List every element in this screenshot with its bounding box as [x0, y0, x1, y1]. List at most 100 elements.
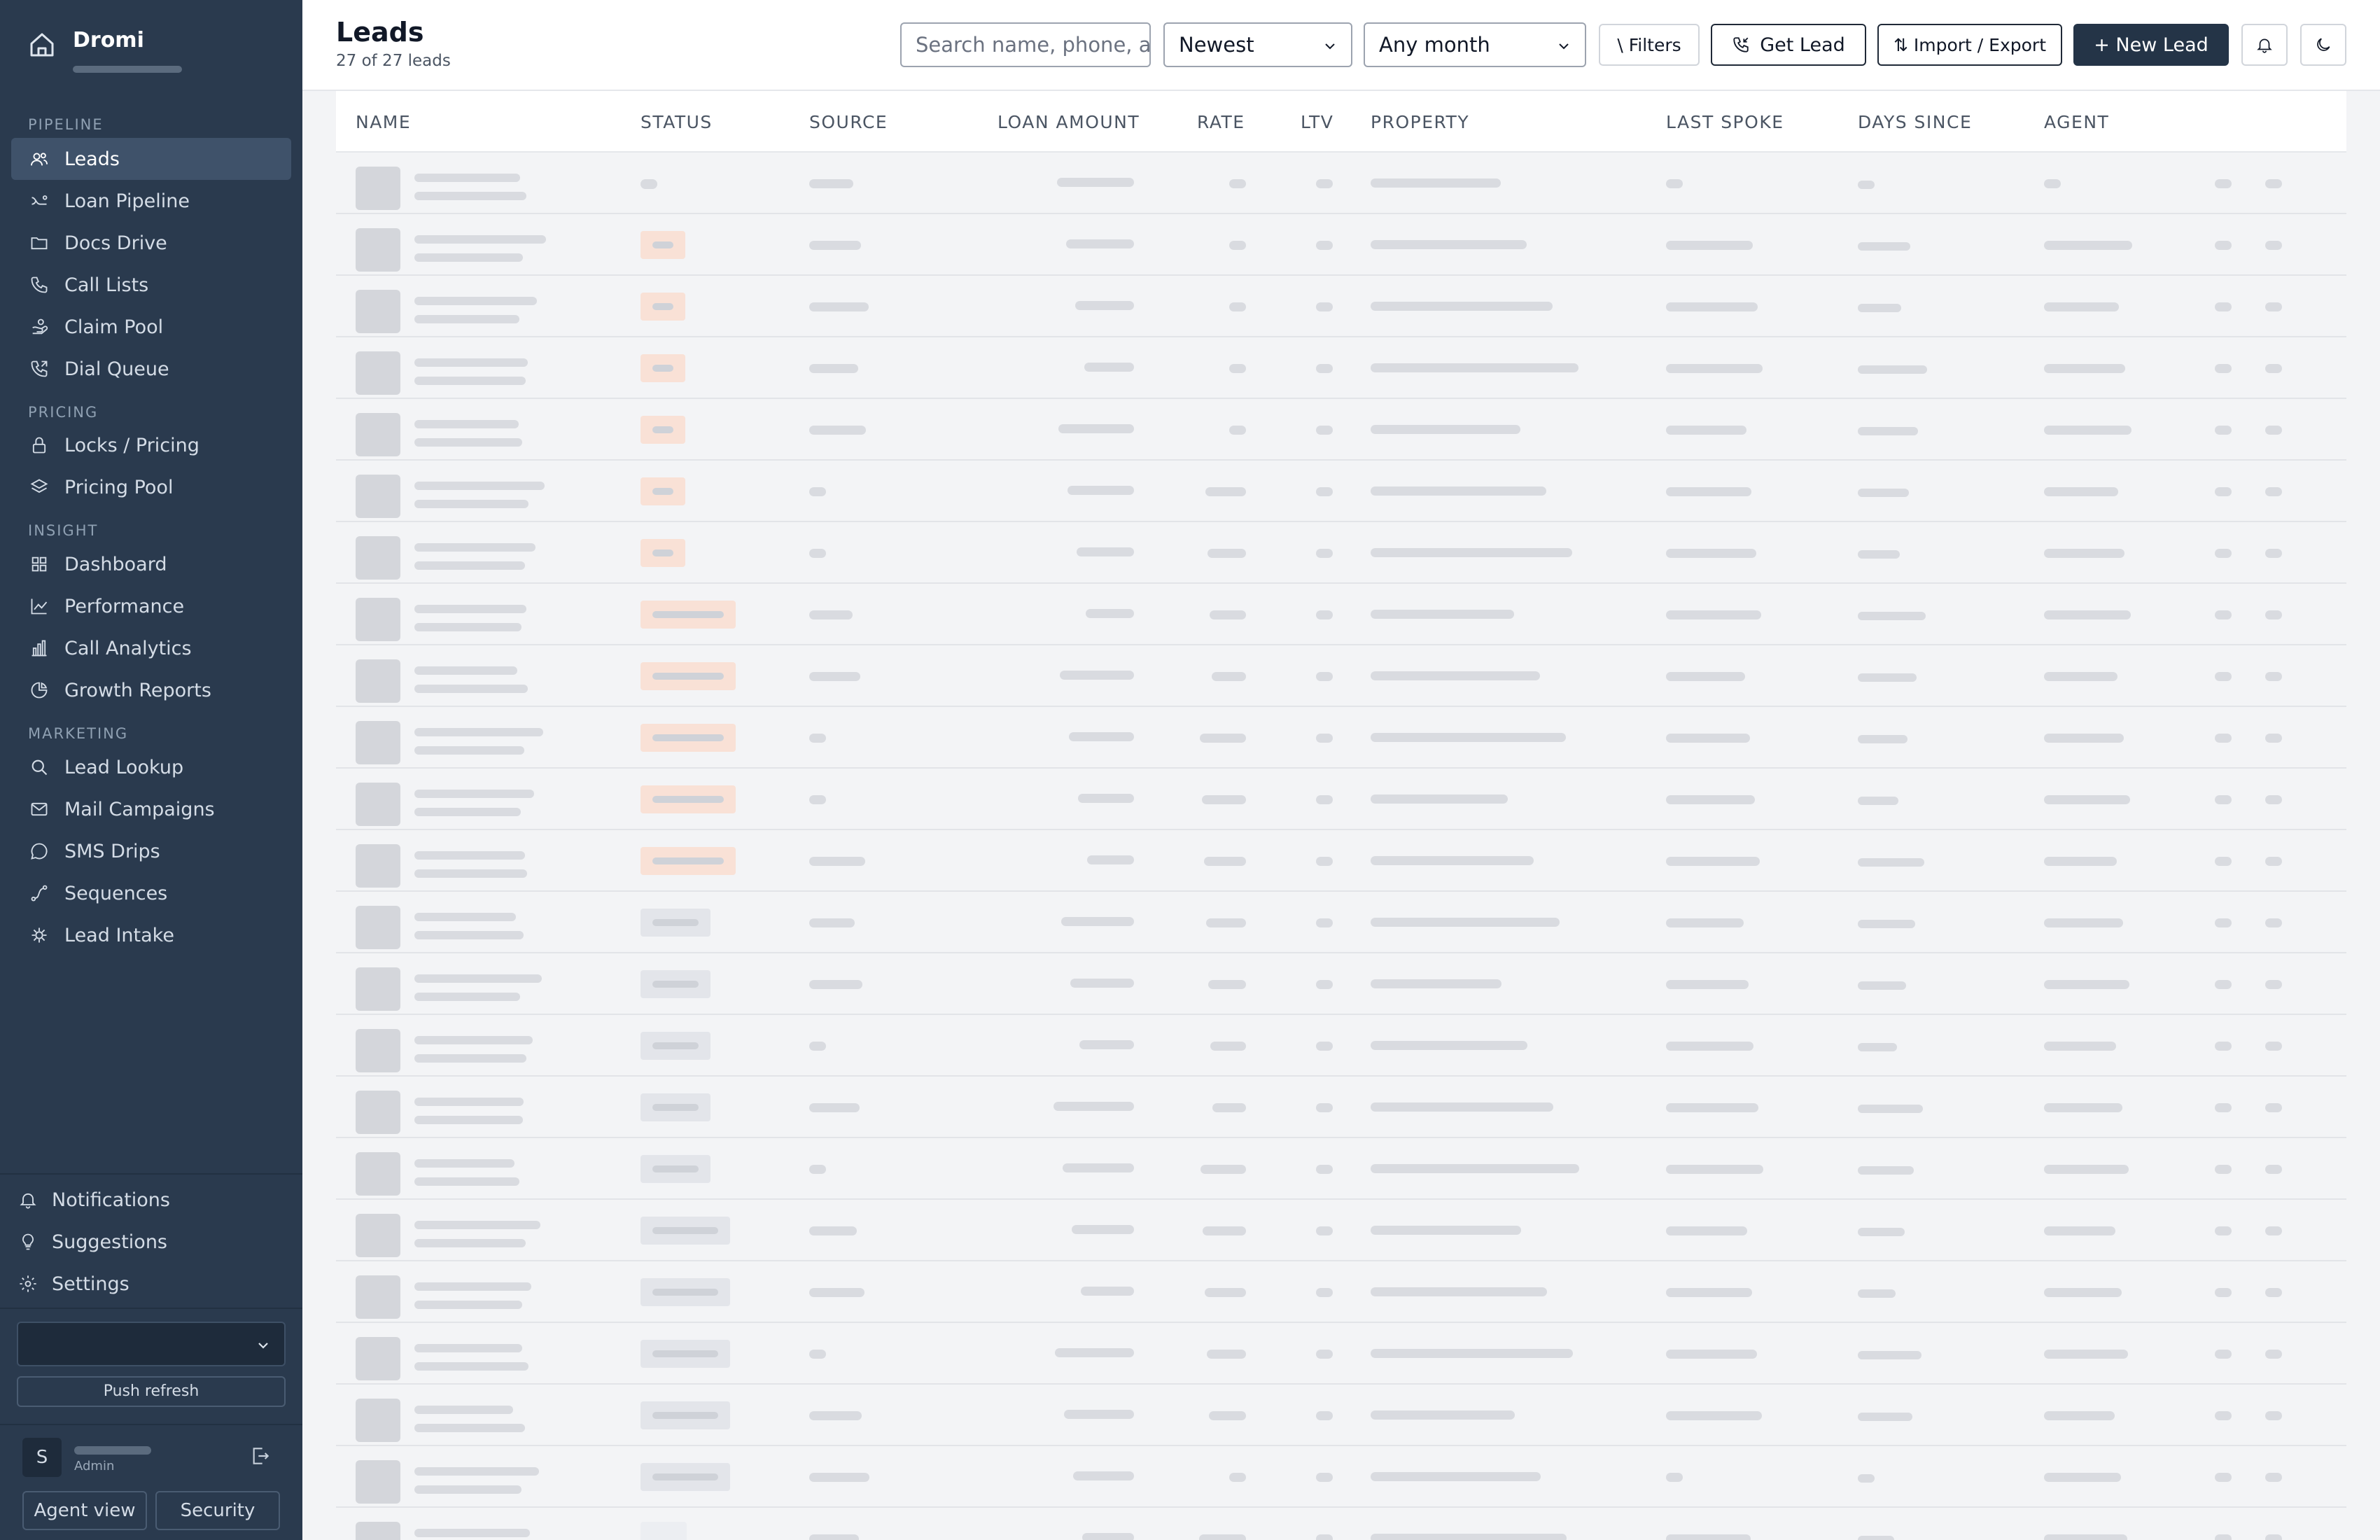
agent-placeholder: [2044, 1042, 2116, 1051]
new-lead-button[interactable]: + New Lead: [2073, 24, 2229, 66]
last-spoke-placeholder: [1666, 1350, 1757, 1359]
sidebar-item-mail-campaigns[interactable]: Mail Campaigns: [11, 788, 291, 830]
column-header-name[interactable]: NAME: [356, 112, 411, 132]
status-text-placeholder: [652, 1474, 718, 1480]
column-header-loan-amount[interactable]: LOAN AMOUNT: [997, 112, 1140, 132]
action-placeholder: [2265, 1534, 2282, 1540]
agent-placeholder: [2044, 241, 2132, 250]
sidebar-item-call-lists[interactable]: Call Lists: [11, 264, 291, 306]
sidebar-item-loan-pipeline[interactable]: Loan Pipeline: [11, 180, 291, 222]
table-row[interactable]: [336, 214, 2346, 276]
lock-icon: [32, 437, 46, 454]
sidebar-item-sms-drips[interactable]: SMS Drips: [11, 830, 291, 872]
table-row[interactable]: [336, 1077, 2346, 1138]
push-refresh-button[interactable]: Push refresh: [17, 1376, 286, 1407]
table-row[interactable]: [336, 461, 2346, 522]
filters-button[interactable]: \ Filters: [1599, 24, 1700, 66]
table-row[interactable]: [336, 1200, 2346, 1261]
sort-select-value: Newest: [1179, 33, 1254, 57]
get-lead-button[interactable]: Get Lead: [1711, 24, 1866, 66]
table-row[interactable]: [336, 830, 2346, 892]
grid-icon: [31, 556, 47, 572]
agent-view-button[interactable]: Agent view: [22, 1491, 147, 1530]
status-text-placeholder: [652, 796, 724, 803]
column-header-days-since[interactable]: DAYS SINCE: [1858, 112, 1972, 132]
status-text-placeholder: [652, 426, 673, 433]
column-header-property[interactable]: PROPERTY: [1371, 112, 1469, 132]
action-placeholder: [2265, 302, 2282, 312]
table-row[interactable]: [336, 276, 2346, 337]
table-row[interactable]: [336, 522, 2346, 584]
column-header-last-spoke[interactable]: LAST SPOKE: [1666, 112, 1784, 132]
brand[interactable]: Dromi: [28, 28, 182, 73]
security-button[interactable]: Security: [155, 1491, 280, 1530]
import-export-button[interactable]: ⇅ Import / Export: [1877, 24, 2062, 66]
sidebar-item-locks-pricing[interactable]: Locks / Pricing: [11, 424, 291, 466]
ltv-placeholder: [1316, 610, 1333, 620]
action-placeholder: [2265, 857, 2282, 866]
sidebar-item-claim-pool[interactable]: Claim Pool: [11, 306, 291, 348]
action-placeholder: [2265, 980, 2282, 989]
loan-amount-placeholder: [1063, 1163, 1134, 1172]
sidebar-item-call-analytics[interactable]: Call Analytics: [11, 627, 291, 669]
table-row[interactable]: [336, 953, 2346, 1015]
action-placeholder: [2265, 426, 2282, 435]
table-row[interactable]: [336, 1508, 2346, 1540]
sidebar-suggestions-label: Suggestions: [52, 1231, 167, 1253]
avatar-placeholder: [356, 1091, 400, 1134]
sort-select[interactable]: Newest: [1163, 22, 1352, 67]
sidebar-item-performance[interactable]: Performance: [11, 585, 291, 627]
table-row[interactable]: [336, 399, 2346, 461]
column-header-ltv[interactable]: LTV: [1301, 112, 1334, 132]
table-row[interactable]: [336, 1385, 2346, 1446]
column-header-source[interactable]: SOURCE: [809, 112, 888, 132]
avatar[interactable]: S: [22, 1438, 62, 1477]
action-placeholder: [2265, 487, 2282, 496]
sidebar-settings[interactable]: Settings: [10, 1264, 130, 1303]
column-header-status[interactable]: STATUS: [640, 112, 713, 132]
table-row[interactable]: [336, 769, 2346, 830]
column-header-rate[interactable]: RATE: [1197, 112, 1245, 132]
sidebar-suggestions[interactable]: Suggestions: [10, 1222, 167, 1261]
sidebar-item-lead-lookup[interactable]: Lead Lookup: [11, 746, 291, 788]
sidebar-item-dial-queue[interactable]: Dial Queue: [11, 348, 291, 390]
loan-amount-placeholder: [1060, 671, 1134, 680]
table-row[interactable]: [336, 153, 2346, 214]
search-input[interactable]: [916, 33, 1149, 57]
table-row[interactable]: [336, 1446, 2346, 1508]
sidebar-item-docs-drive[interactable]: Docs Drive: [11, 222, 291, 264]
sidebar-item-pricing-pool[interactable]: Pricing Pool: [11, 466, 291, 508]
sidebar-item-growth-reports[interactable]: Growth Reports: [11, 669, 291, 711]
sidebar-item-leads[interactable]: Leads: [11, 138, 291, 180]
table-row[interactable]: [336, 1138, 2346, 1200]
sidebar-item-lead-intake[interactable]: Lead Intake: [11, 914, 291, 956]
table-row[interactable]: [336, 1261, 2346, 1323]
table-row[interactable]: [336, 337, 2346, 399]
property-placeholder: [1371, 1349, 1573, 1358]
table-row[interactable]: [336, 584, 2346, 645]
sidebar-item-dashboard[interactable]: Dashboard: [11, 543, 291, 585]
name-placeholder: [414, 543, 536, 552]
column-header-agent[interactable]: AGENT: [2044, 112, 2109, 132]
table-row[interactable]: [336, 1015, 2346, 1077]
month-select[interactable]: Any month: [1364, 22, 1586, 67]
action-placeholder: [2215, 302, 2232, 312]
loan-amount-placeholder: [1070, 979, 1134, 988]
table-row[interactable]: [336, 1323, 2346, 1385]
table-row[interactable]: [336, 707, 2346, 769]
sidebar-notifications[interactable]: Notifications: [10, 1180, 170, 1219]
source-placeholder: [809, 364, 858, 373]
theme-toggle-button[interactable]: [2300, 24, 2346, 66]
search-field[interactable]: [900, 22, 1151, 67]
rate-placeholder: [1206, 918, 1246, 927]
table-row[interactable]: [336, 645, 2346, 707]
action-placeholder: [2215, 795, 2232, 804]
avatar-placeholder: [356, 536, 400, 580]
logout-icon[interactable]: [249, 1445, 272, 1467]
workspace-select[interactable]: [17, 1322, 286, 1366]
sidebar-item-sequences[interactable]: Sequences: [11, 872, 291, 914]
table-row[interactable]: [336, 892, 2346, 953]
notifications-button[interactable]: [2241, 24, 2288, 66]
loan-amount-placeholder: [1054, 1102, 1134, 1111]
rate-placeholder: [1209, 1411, 1246, 1420]
